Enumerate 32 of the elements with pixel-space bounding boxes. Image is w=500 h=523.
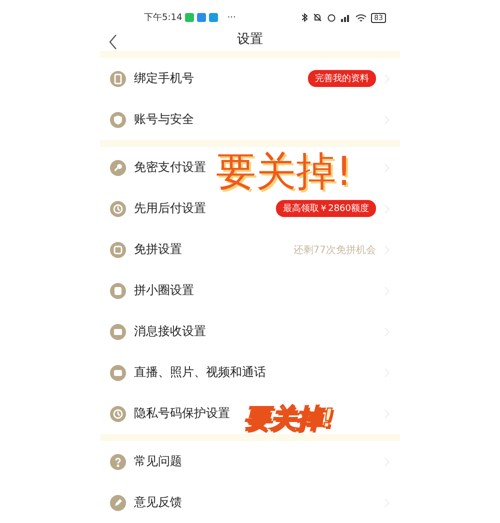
annotation-text: 要关掉! [244, 404, 334, 434]
key-icon [110, 160, 126, 176]
row-value: 还剩77次免拼机会 [293, 244, 376, 256]
more-notifications: ··· [227, 12, 236, 23]
row-label[interactable]: 免拼设置 [134, 241, 182, 258]
shield-icon [110, 112, 126, 128]
annotation-text: 要关掉! [216, 150, 352, 194]
row-label[interactable]: 消息接收设置 [134, 323, 206, 340]
promo-badge: 完善我的资料 [308, 70, 376, 87]
back-icon[interactable] [108, 34, 118, 50]
row-label[interactable]: 先用后付设置 [134, 200, 206, 217]
row-label[interactable]: 隐私号码保护设置 [134, 405, 230, 422]
page-title: 设置 [237, 31, 263, 48]
wifi-icon [356, 14, 366, 22]
help-icon [110, 454, 126, 470]
row-label[interactable]: 绑定手机号 [134, 70, 194, 87]
chat-app-icon [185, 13, 194, 22]
signal-icon [341, 13, 352, 22]
row-label[interactable]: 免密支付设置 [134, 159, 206, 176]
clock-icon [110, 406, 126, 422]
mute-icon [313, 13, 322, 22]
promo-badge: 最高领取￥2860额度 [276, 200, 376, 217]
bluetooth-icon [302, 13, 308, 22]
row-label[interactable]: 拼小圈设置 [134, 282, 194, 299]
row-label[interactable]: 直播、照片、视频和通话 [134, 364, 266, 381]
status-time: 下午5:14 [144, 12, 182, 24]
row-label[interactable]: 意见反馈 [134, 494, 182, 511]
phone-icon [110, 70, 126, 86]
clock-icon [110, 200, 126, 216]
pencil-icon [110, 494, 126, 510]
row-label[interactable]: 账号与安全 [134, 111, 194, 128]
row-label[interactable]: 常见问题 [134, 453, 182, 470]
